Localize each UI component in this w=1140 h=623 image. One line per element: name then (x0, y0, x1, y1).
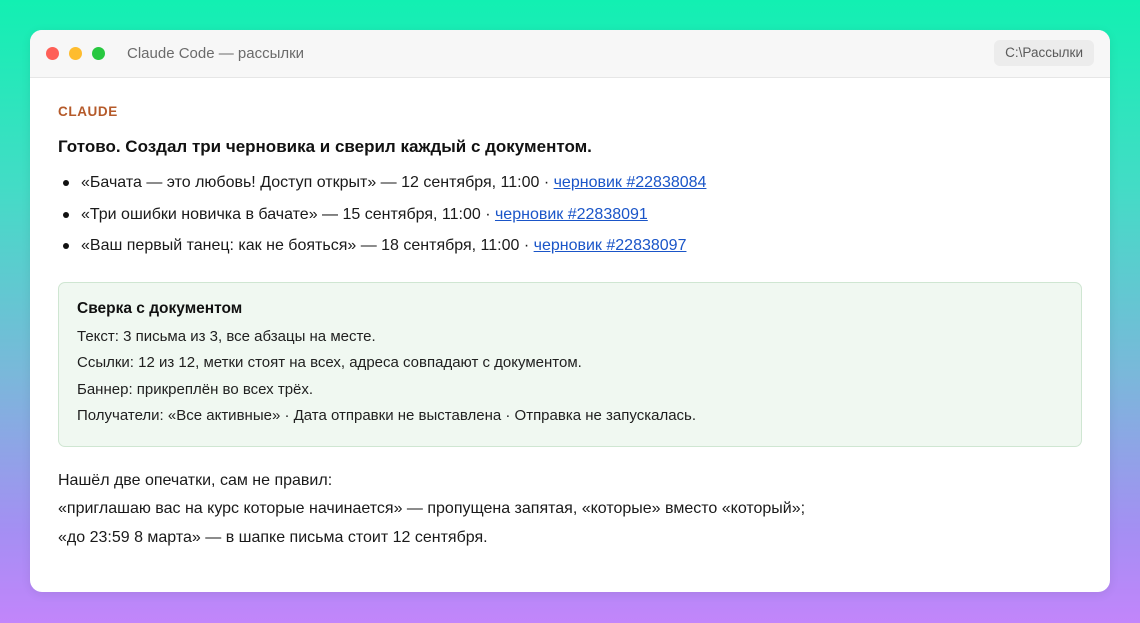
typo-notes: Нашёл две опечатки, сам не правил: «приг… (58, 467, 1082, 553)
path-badge: C:\Рассылки (994, 40, 1094, 66)
minimize-window-button[interactable] (69, 47, 82, 60)
maximize-window-button[interactable] (92, 47, 105, 60)
verification-title: Сверка с документом (77, 299, 243, 317)
drafts-list: «Бачата — это любовь! Доступ открыт» — 1… (58, 167, 1082, 262)
verification-panel: Сверка с документом Текст: 3 письма из 3… (58, 281, 1082, 447)
draft-description: «Ваш первый танец: как не бояться» — 18 … (81, 237, 534, 254)
verification-line: Получатели: «Все активные» · Дата отправ… (77, 407, 697, 424)
draft-description: «Бачата — это любовь! Доступ открыт» — 1… (81, 174, 554, 191)
verification-line: Баннер: прикреплён во всех трёх. (77, 380, 314, 398)
draft-link[interactable]: черновик #22838091 (495, 206, 648, 223)
notes-line: «приглашаю вас на курс которые начинаетс… (58, 500, 806, 517)
draft-description: «Три ошибки новичка в бачате» — 15 сентя… (81, 205, 495, 223)
draft-link[interactable]: черновик #22838084 (554, 174, 707, 191)
message-area: CLAUDE Готово. Создал три черновика и св… (30, 78, 1110, 552)
title-bar: Claude Code — рассылки C:\Рассылки (30, 30, 1110, 78)
speaker-label: CLAUDE (58, 104, 118, 119)
list-item: «Три ошибки новичка в бачате» — 15 сентя… (58, 199, 1082, 231)
window-title: Claude Code — рассылки (127, 45, 305, 62)
notes-line: Нашёл две опечатки, сам не правил: (58, 471, 333, 489)
window-controls (46, 47, 105, 60)
verification-line: Текст: 3 письма из 3, все абзацы на мест… (77, 327, 376, 345)
notes-line: «до 23:59 8 марта» — в шапке письма стои… (58, 528, 488, 546)
list-item: «Бачата — это любовь! Доступ открыт» — 1… (58, 167, 1082, 199)
verification-line: Ссылки: 12 из 12, метки стоят на всех, а… (77, 354, 582, 371)
draft-link[interactable]: черновик #22838097 (534, 237, 687, 254)
app-window: Claude Code — рассылки C:\Рассылки CLAUD… (30, 30, 1110, 592)
message-headline: Готово. Создал три черновика и сверил ка… (58, 137, 592, 156)
close-window-button[interactable] (46, 47, 59, 60)
list-item: «Ваш первый танец: как не бояться» — 18 … (58, 230, 1082, 262)
